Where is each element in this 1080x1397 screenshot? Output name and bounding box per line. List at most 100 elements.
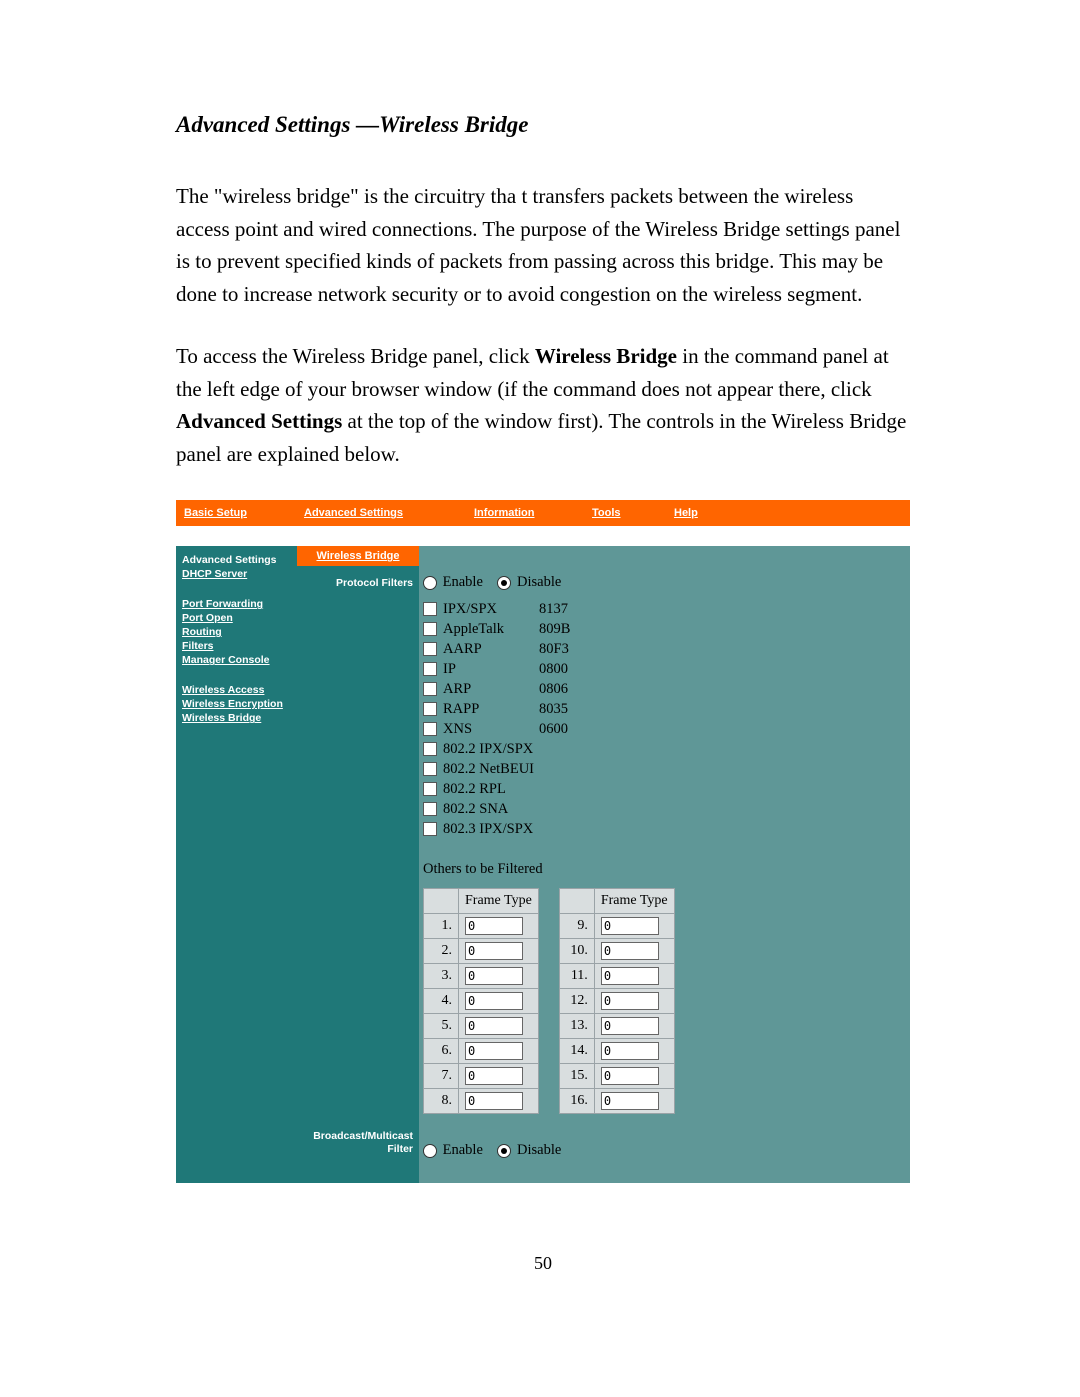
protocol-hex: 809B xyxy=(539,621,570,638)
frame-type-input[interactable] xyxy=(465,917,523,935)
frame-type-input[interactable] xyxy=(465,1092,523,1110)
frame-type-input[interactable] xyxy=(601,967,659,985)
protocol-name: 802.2 SNA xyxy=(443,801,539,818)
table-row: 8. xyxy=(424,1089,539,1114)
protocol-row: RAPP8035 xyxy=(423,699,910,719)
protocol-checkbox[interactable] xyxy=(423,622,437,636)
row-num: 8. xyxy=(424,1089,459,1114)
sidebar-port-open[interactable]: Port Open xyxy=(182,612,291,624)
row-num: 15. xyxy=(559,1064,594,1089)
row-num: 5. xyxy=(424,1014,459,1039)
nav-information[interactable]: Information xyxy=(474,507,592,519)
protocol-row: XNS0600 xyxy=(423,719,910,739)
label-spacer xyxy=(297,600,419,1130)
frame-type-input[interactable] xyxy=(601,1017,659,1035)
nav-advanced-settings[interactable]: Advanced Settings xyxy=(304,507,474,519)
protocol-row: 802.2 RPL xyxy=(423,779,910,799)
frame-type-input[interactable] xyxy=(601,942,659,960)
frame-type-input[interactable] xyxy=(465,1042,523,1060)
frame-type-tables: Frame Type 1. 2. 3. 4. 5. 6. 7. 8. Frame… xyxy=(419,888,910,1114)
frame-type-input[interactable] xyxy=(465,942,523,960)
protocol-row: IPX/SPX8137 xyxy=(423,599,910,619)
protocol-enable-radio[interactable] xyxy=(423,576,437,590)
protocol-checkbox[interactable] xyxy=(423,762,437,776)
access-paragraph: To access the Wireless Bridge panel, cli… xyxy=(176,340,910,470)
protocol-checkbox[interactable] xyxy=(423,822,437,836)
protocol-row: AppleTalk809B xyxy=(423,619,910,639)
p2-a: To access the Wireless Bridge panel, cli… xyxy=(176,344,535,368)
protocol-row: 802.2 IPX/SPX xyxy=(423,739,910,759)
nav-tools[interactable]: Tools xyxy=(592,507,674,519)
protocol-row: ARP0806 xyxy=(423,679,910,699)
frame-type-input[interactable] xyxy=(601,1042,659,1060)
sidebar-filters[interactable]: Filters xyxy=(182,640,291,652)
row-num: 2. xyxy=(424,939,459,964)
sidebar-wireless-access[interactable]: Wireless Access xyxy=(182,684,291,696)
table-row: 3. xyxy=(424,964,539,989)
frame-type-input[interactable] xyxy=(601,1092,659,1110)
frame-type-input[interactable] xyxy=(601,1067,659,1085)
sidebar-dhcp-server[interactable]: DHCP Server xyxy=(182,568,291,580)
table-row: 5. xyxy=(424,1014,539,1039)
sidebar-routing[interactable]: Routing xyxy=(182,626,291,638)
row-num: 7. xyxy=(424,1064,459,1089)
protocol-disable-radio[interactable] xyxy=(497,576,511,590)
sidebar-gap xyxy=(182,582,291,596)
sidebar-title: Advanced Settings xyxy=(182,554,291,566)
panel-title: Wireless Bridge xyxy=(297,546,419,566)
protocol-checkbox[interactable] xyxy=(423,742,437,756)
nav-basic-setup[interactable]: Basic Setup xyxy=(184,507,304,519)
protocol-name: XNS xyxy=(443,721,539,738)
broadcast-filter-radios: Enable Disable xyxy=(419,1134,910,1167)
table-row: 1. xyxy=(424,914,539,939)
table-row: 15. xyxy=(559,1064,674,1089)
table-row: 10. xyxy=(559,939,674,964)
protocol-name: ARP xyxy=(443,681,539,698)
protocol-checkbox[interactable] xyxy=(423,642,437,656)
content-titlebar-pad xyxy=(419,546,910,566)
protocol-hex: 80F3 xyxy=(539,641,569,658)
frame-type-input[interactable] xyxy=(601,917,659,935)
table-row: 14. xyxy=(559,1039,674,1064)
table-row: 4. xyxy=(424,989,539,1014)
sidebar-gap xyxy=(182,668,291,682)
sidebar-wireless-encryption[interactable]: Wireless Encryption xyxy=(182,698,291,710)
protocol-checkbox[interactable] xyxy=(423,722,437,736)
protocol-hex: 0806 xyxy=(539,681,568,698)
protocol-checkbox[interactable] xyxy=(423,802,437,816)
protocol-hex: 0800 xyxy=(539,661,568,678)
protocol-name: IPX/SPX xyxy=(443,601,539,618)
protocol-row: 802.2 SNA xyxy=(423,799,910,819)
protocol-name: 802.3 IPX/SPX xyxy=(443,821,539,838)
row-num: 13. xyxy=(559,1014,594,1039)
topbar-gap xyxy=(176,526,910,546)
table-row: 6. xyxy=(424,1039,539,1064)
protocol-checkbox[interactable] xyxy=(423,782,437,796)
others-filtered-label: Others to be Filtered xyxy=(419,839,910,888)
frame-type-input[interactable] xyxy=(465,967,523,985)
protocol-filters-radios: Enable Disable xyxy=(419,566,910,599)
row-num: 4. xyxy=(424,989,459,1014)
sidebar-manager-console[interactable]: Manager Console xyxy=(182,654,291,666)
frame-type-input[interactable] xyxy=(601,992,659,1010)
table-row: 11. xyxy=(559,964,674,989)
frame-type-input[interactable] xyxy=(465,1067,523,1085)
protocol-list: IPX/SPX8137 AppleTalk809B AARP80F3 IP080… xyxy=(419,599,910,839)
frame-type-input[interactable] xyxy=(465,992,523,1010)
row-num: 12. xyxy=(559,989,594,1014)
broadcast-enable-radio[interactable] xyxy=(423,1144,437,1158)
sidebar-wireless-bridge[interactable]: Wireless Bridge xyxy=(182,712,291,724)
row-num: 11. xyxy=(559,964,594,989)
protocol-row: 802.3 IPX/SPX xyxy=(423,819,910,839)
protocol-checkbox[interactable] xyxy=(423,662,437,676)
frame-type-input[interactable] xyxy=(465,1017,523,1035)
sidebar-port-forwarding[interactable]: Port Forwarding xyxy=(182,598,291,610)
protocol-checkbox[interactable] xyxy=(423,702,437,716)
table-row: 12. xyxy=(559,989,674,1014)
disable-label: Disable xyxy=(517,1142,561,1158)
broadcast-disable-radio[interactable] xyxy=(497,1144,511,1158)
protocol-checkbox[interactable] xyxy=(423,682,437,696)
protocol-name: 802.2 RPL xyxy=(443,781,539,798)
nav-help[interactable]: Help xyxy=(674,507,698,519)
protocol-checkbox[interactable] xyxy=(423,602,437,616)
